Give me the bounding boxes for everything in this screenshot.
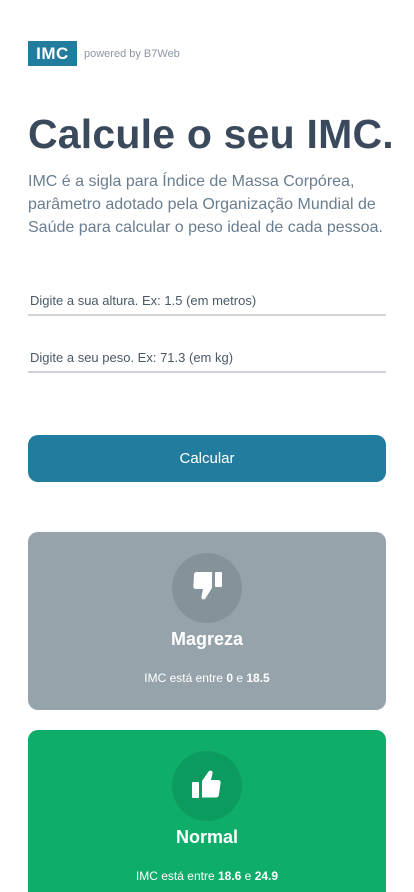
card-range: IMC está entre 0 e 18.5 (144, 671, 270, 685)
page-title: Calcule o seu IMC. (28, 111, 394, 157)
page-description: IMC é a sigla para Índice de Massa Corpó… (28, 173, 383, 236)
icon-circle (172, 751, 242, 821)
imc-logo: IMC (28, 41, 77, 66)
card-title: Normal (175, 827, 238, 847)
thumbs-down-icon (191, 571, 223, 606)
header: IMC powered by B7Web (28, 41, 180, 66)
icon-circle (172, 553, 242, 623)
calcular-button[interactable]: Calcular (28, 435, 386, 482)
altura-input[interactable] (28, 286, 386, 316)
powered-by-text: powered by B7Web (84, 47, 180, 60)
card-normal: Normal IMC está entre 18.6 e 24.9 (28, 730, 386, 892)
card-magreza: Magreza IMC está entre 0 e 18.5 (28, 532, 386, 710)
thumbs-up-icon (191, 769, 223, 804)
peso-input[interactable] (28, 343, 386, 373)
card-range: IMC está entre 18.6 e 24.9 (135, 869, 279, 883)
card-title: Magreza (170, 629, 244, 649)
